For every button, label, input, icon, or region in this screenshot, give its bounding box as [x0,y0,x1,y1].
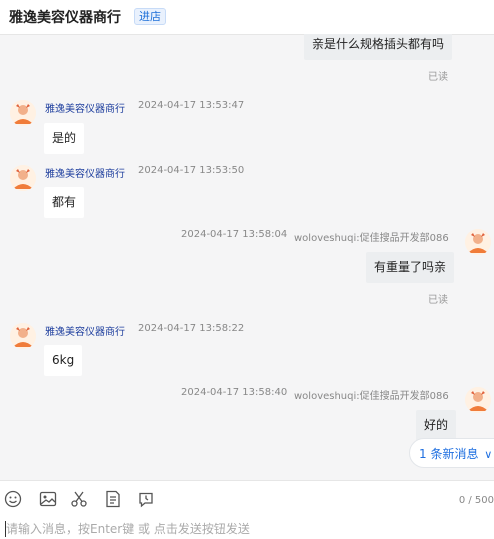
user-avatar[interactable] [465,387,491,413]
avatar-icon [10,323,36,349]
message-bubble: 是的 [44,123,85,154]
message-time: 2024-04-17 13:58:04 [181,229,288,240]
message-time: 2024-04-17 13:53:50 [138,165,245,176]
message-bubble: 好的 [416,410,457,441]
message-bubble: 有重量了吗亲 [366,252,455,283]
sender-name: 雅逸美容仪器商行 [45,327,125,338]
message-bubble: 6kg [44,345,83,376]
message-time: 2024-04-17 13:58:22 [138,323,245,334]
sender-name: woloveshuqi:促佳搜品开发部086 [294,233,449,244]
scissors-icon[interactable] [70,490,90,510]
order-icon[interactable] [104,490,124,510]
message-input[interactable]: 请输入消息，按Enter键 或 点击发送按钮发送 [5,521,250,537]
character-counter: 0 / 500 [458,495,494,506]
avatar-icon [465,229,491,255]
sender-name: 雅逸美容仪器商行 [45,104,125,115]
message-bubble: 都有 [44,187,85,218]
sender-name: woloveshuqi:促佳搜品开发部086 [294,391,449,402]
new-messages-button[interactable]: 1 条新消息 ∨ [409,438,494,468]
avatar-icon [10,100,36,126]
input-placeholder: 请输入消息，按Enter键 或 点击发送按钮发送 [6,522,250,536]
image-icon[interactable] [39,490,59,510]
message-time: 2024-04-17 13:58:40 [181,387,288,398]
enter-shop-button[interactable]: 进店 [134,8,166,25]
read-status: 已读 [428,295,448,306]
chevron-down-icon: ∨ [484,448,493,461]
shop-name: 雅逸美容仪器商行 [9,10,121,26]
emoji-icon[interactable] [4,490,24,510]
new-messages-label: 1 条新消息 [419,447,479,461]
avatar-icon [465,387,491,413]
message-time: 2024-04-17 13:53:47 [138,100,245,111]
sender-name: 雅逸美容仪器商行 [45,169,125,180]
shop-avatar[interactable] [10,100,36,126]
read-status: 已读 [428,72,448,83]
chat-header: 雅逸美容仪器商行 进店 [0,0,494,35]
history-icon[interactable] [137,490,157,510]
avatar-icon [10,165,36,191]
input-toolbar: 0 / 500 请输入消息，按Enter键 或 点击发送按钮发送 [0,480,494,539]
user-avatar[interactable] [465,229,491,255]
message-list[interactable]: 亲是什么规格插头都有吗 已读 雅逸美容仪器商行 2024-04-17 13:53… [0,34,494,480]
message-bubble: 亲是什么规格插头都有吗 [304,34,453,60]
shop-avatar[interactable] [10,323,36,349]
shop-avatar[interactable] [10,165,36,191]
